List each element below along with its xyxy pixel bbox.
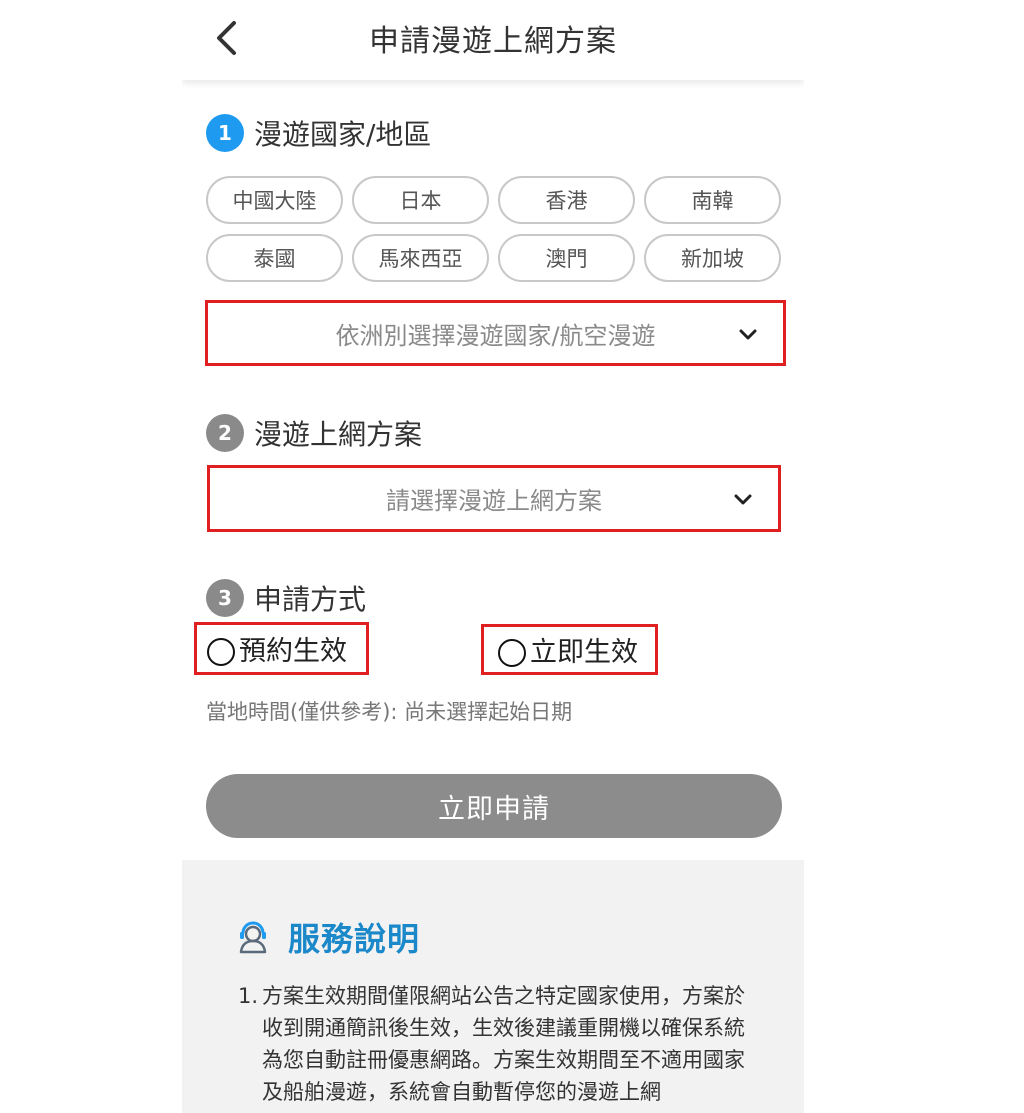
continent-select[interactable]: 依洲別選擇漫遊國家/航空漫遊 xyxy=(205,300,786,366)
continent-select-placeholder: 依洲別選擇漫遊國家/航空漫遊 xyxy=(335,321,656,350)
apply-now-button[interactable]: 立即申請 xyxy=(206,774,782,838)
page-title: 申請漫遊上網方案 xyxy=(369,24,617,59)
country-chip[interactable]: 日本 xyxy=(352,176,489,224)
app-screen: 申請漫遊上網方案 1 漫遊國家/地區 中國大陸 日本 香港 南韓 泰國 馬來西亞… xyxy=(182,0,804,1113)
section-country-header: 1 漫遊國家/地區 xyxy=(206,113,431,153)
customer-service-icon xyxy=(239,921,267,954)
country-chip[interactable]: 南韓 xyxy=(644,176,781,224)
step-badge-3: 3 xyxy=(206,579,244,617)
section-plan-title: 漫遊上網方案 xyxy=(254,418,423,451)
country-chip[interactable]: 泰國 xyxy=(206,234,343,282)
radio-immediate-label: 立即生效 xyxy=(530,637,638,668)
section-method-header: 3 申請方式 xyxy=(206,578,366,618)
service-list: 1. 方案生效期間僅限網站公告之特定國家使用，方案於收到開通簡訊後生效，生效後建… xyxy=(238,980,758,1108)
service-info-panel: 服務說明 1. 方案生效期間僅限網站公告之特定國家使用，方案於收到開通簡訊後生效… xyxy=(182,860,804,1113)
country-chip[interactable]: 澳門 xyxy=(498,234,635,282)
country-chip[interactable]: 馬來西亞 xyxy=(352,234,489,282)
plan-select-placeholder: 請選擇漫遊上網方案 xyxy=(386,487,602,515)
service-header: 服務說明 xyxy=(238,914,420,960)
country-chip[interactable]: 中國大陸 xyxy=(206,176,343,224)
chevron-down-icon xyxy=(739,329,757,340)
chevron-down-icon xyxy=(734,494,752,505)
local-time-note: 當地時間(僅供參考): 尚未選擇起始日期 xyxy=(206,700,573,724)
list-item-text: 方案生效期間僅限網站公告之特定國家使用，方案於收到開通簡訊後生效，生效後建議重開… xyxy=(262,984,745,1104)
list-item: 1. 方案生效期間僅限網站公告之特定國家使用，方案於收到開通簡訊後生效，生效後建… xyxy=(238,980,758,1108)
step-badge-1: 1 xyxy=(206,114,244,152)
radio-scheduled[interactable]: 預約生效 xyxy=(194,622,369,675)
country-chip[interactable]: 香港 xyxy=(498,176,635,224)
radio-circle-icon xyxy=(498,638,526,667)
country-chip[interactable]: 新加坡 xyxy=(644,234,781,282)
service-title: 服務說明 xyxy=(288,920,421,958)
section-plan-header: 2 漫遊上網方案 xyxy=(206,413,422,453)
list-item-number: 1. xyxy=(238,984,259,1008)
section-country-title: 漫遊國家/地區 xyxy=(254,118,432,151)
radio-circle-icon xyxy=(207,637,235,666)
radio-scheduled-label: 預約生效 xyxy=(239,636,347,667)
step-badge-2: 2 xyxy=(206,414,244,452)
country-chip-list: 中國大陸 日本 香港 南韓 泰國 馬來西亞 澳門 新加坡 xyxy=(206,176,782,282)
radio-immediate[interactable]: 立即生效 xyxy=(481,624,658,675)
plan-select[interactable]: 請選擇漫遊上網方案 xyxy=(207,465,781,532)
section-method-title: 申請方式 xyxy=(254,583,367,616)
top-bar: 申請漫遊上網方案 xyxy=(182,0,804,80)
